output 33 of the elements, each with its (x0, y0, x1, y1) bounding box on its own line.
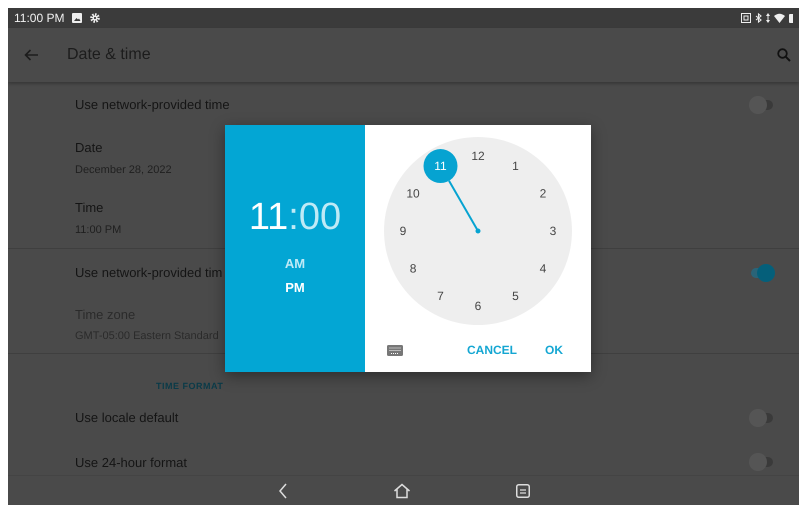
clock-number[interactable]: 8 (410, 262, 416, 276)
back-arrow-icon[interactable] (24, 49, 39, 61)
bluetooth-icon (755, 13, 762, 23)
clock-number[interactable]: 6 (474, 299, 482, 313)
image-icon (72, 13, 82, 23)
clock-number[interactable]: 9 (400, 224, 406, 238)
battery-icon (789, 13, 793, 23)
home-icon[interactable] (392, 482, 410, 498)
clock-face[interactable] (384, 137, 572, 325)
clock-number[interactable]: 1 (512, 159, 519, 174)
toggle-switch[interactable] (749, 96, 775, 114)
nfc-icon (741, 13, 751, 23)
recents-icon[interactable] (516, 484, 530, 498)
clock-number[interactable]: 7 (437, 288, 444, 303)
clock-number[interactable]: 12 (471, 149, 485, 163)
toggle-switch[interactable] (749, 409, 775, 427)
time-colon: : (288, 198, 299, 236)
gear-icon (90, 13, 100, 23)
clock-number[interactable]: 5 (512, 288, 519, 303)
clock-number[interactable]: 3 (550, 224, 556, 238)
wifi-icon (774, 13, 785, 23)
back-icon[interactable] (278, 482, 288, 498)
section-header: TIME FORMAT (156, 380, 224, 392)
search-icon[interactable] (777, 48, 791, 62)
clock-number[interactable]: 4 (540, 262, 546, 276)
data-arrows-icon (766, 13, 770, 23)
clock-number[interactable]: 10 (406, 186, 420, 200)
clock-hand (448, 180, 480, 234)
keyboard-icon[interactable] (387, 344, 403, 356)
toggle-switch[interactable] (749, 264, 775, 282)
toggle-switch[interactable] (749, 453, 775, 471)
clock-number[interactable]: 2 (540, 186, 546, 200)
status-time: 11:00 PM (14, 10, 64, 27)
